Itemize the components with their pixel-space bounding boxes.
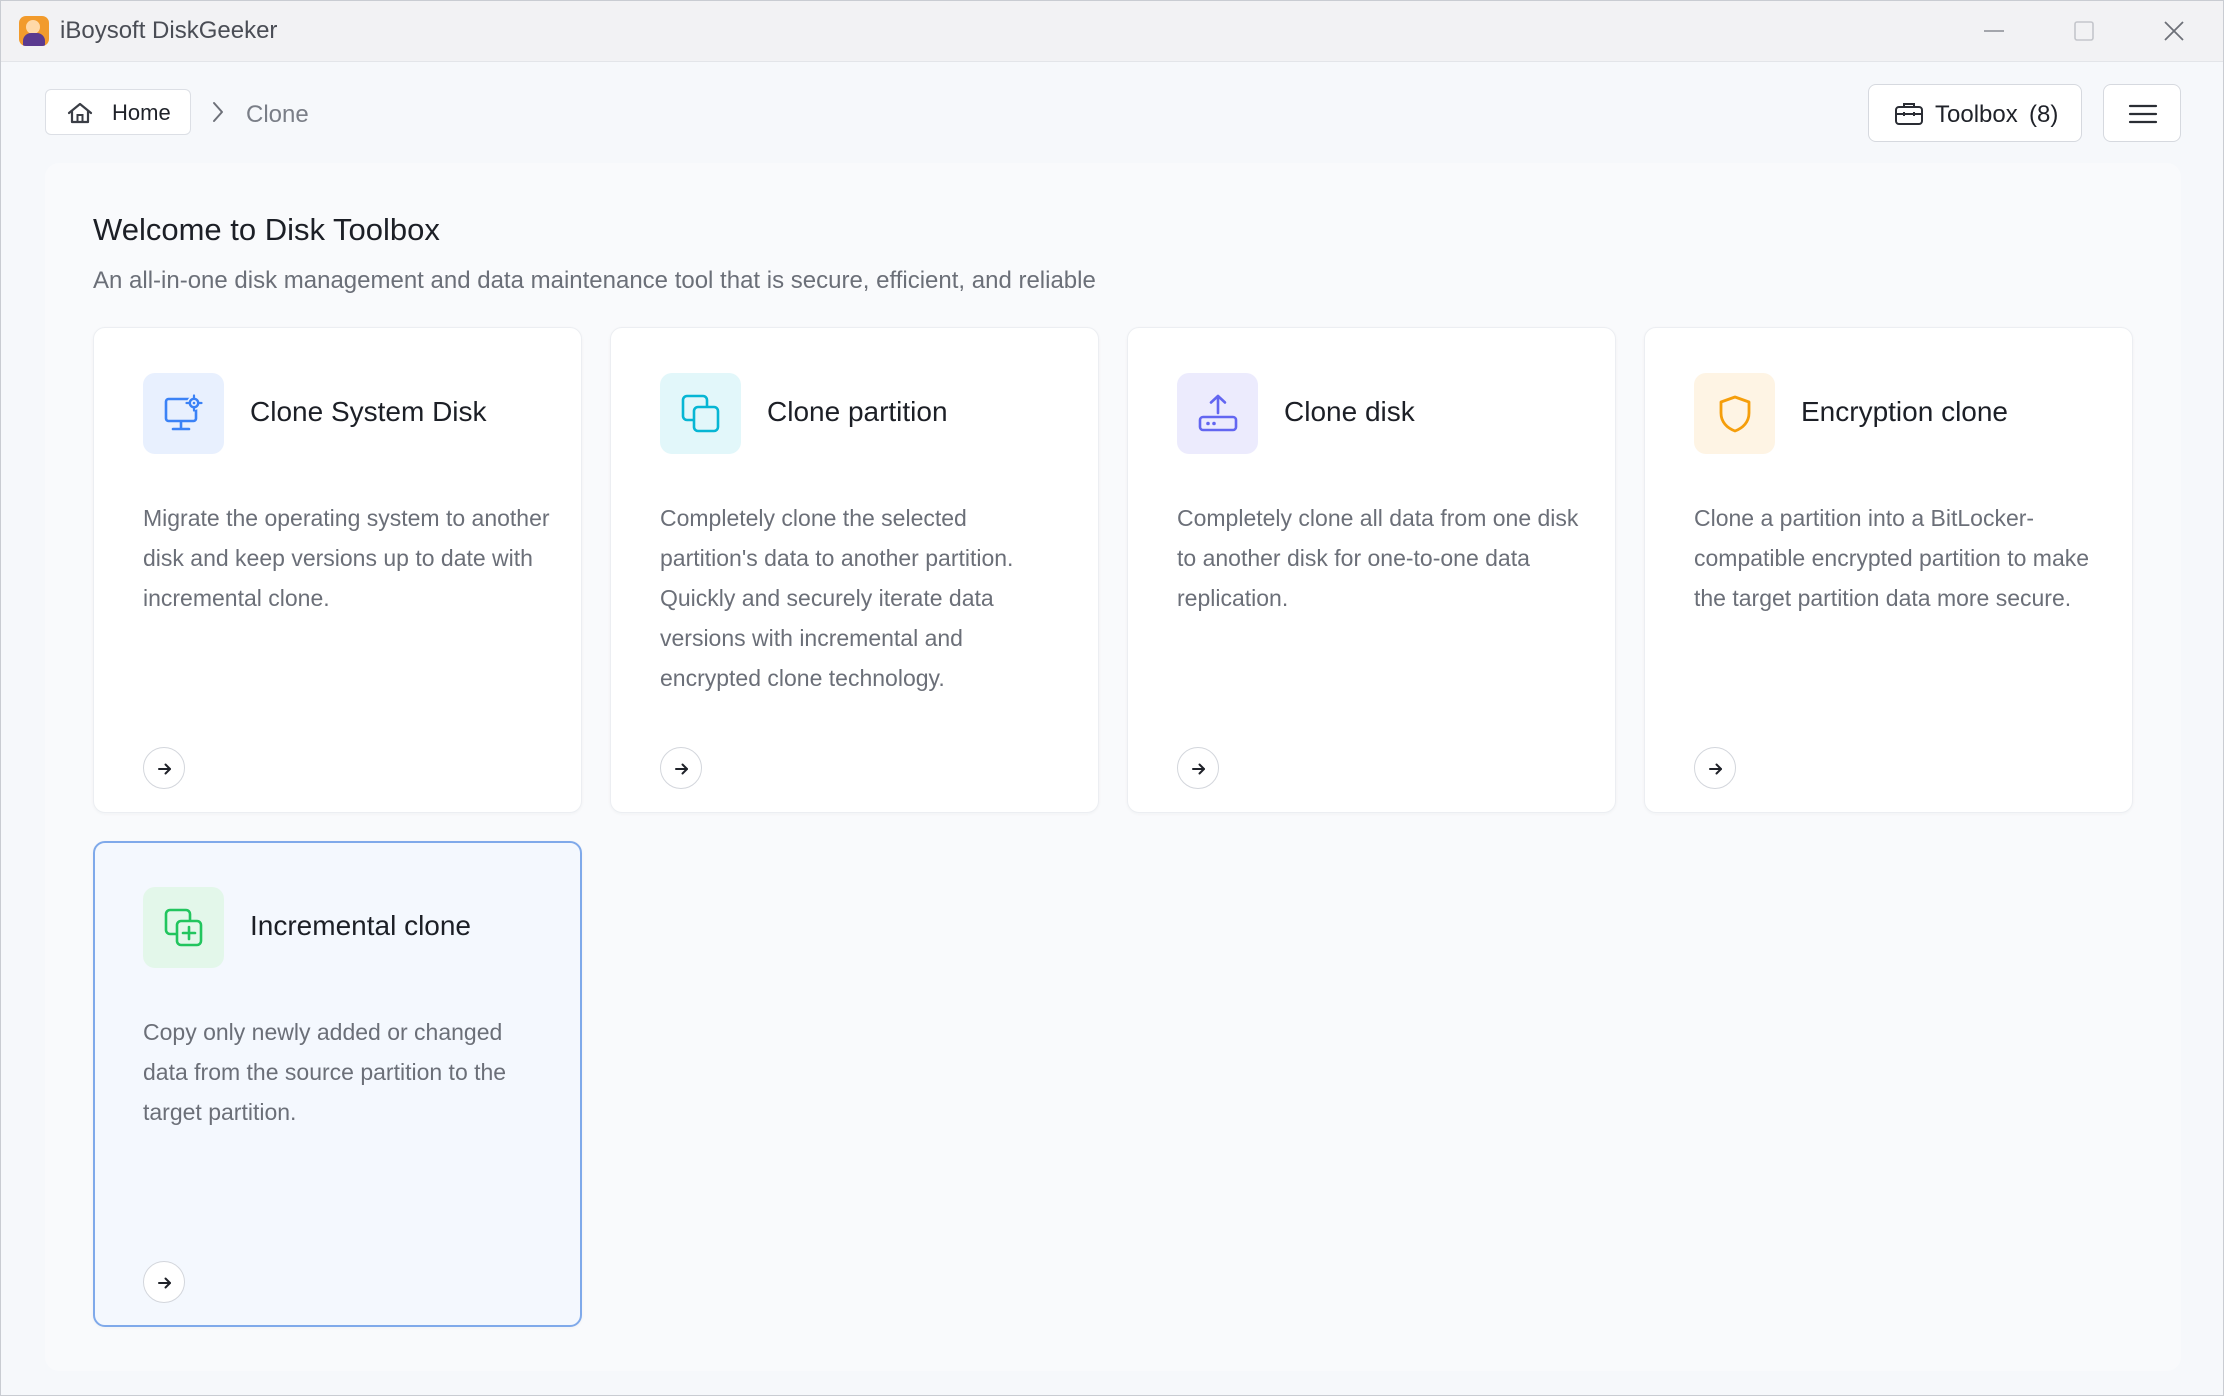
disk-upload-icon xyxy=(1177,373,1258,454)
card-clone-disk[interactable]: Clone disk Completely clone all data fro… xyxy=(1127,327,1616,813)
copy-plus-icon xyxy=(143,887,224,968)
arrow-right-button[interactable] xyxy=(1694,747,1736,789)
close-icon xyxy=(2164,21,2184,41)
arrow-right-icon xyxy=(158,763,171,775)
card-title: Clone disk xyxy=(1284,396,1415,427)
maximize-button[interactable] xyxy=(2039,1,2129,61)
home-label: Home xyxy=(112,100,171,125)
chevron-right-icon xyxy=(213,102,223,122)
card-encryption-clone[interactable]: Encryption clone Clone a partition into … xyxy=(1644,327,2133,813)
toolbox-count: (8) xyxy=(2029,101,2059,128)
window-title: iBoysoft DiskGeeker xyxy=(60,17,278,44)
card-incremental-clone[interactable]: Incremental clone Copy only newly added … xyxy=(93,841,582,1327)
card-title: Incremental clone xyxy=(250,910,472,941)
arrow-right-button[interactable] xyxy=(660,747,702,789)
page-title: Welcome to Disk Toolbox xyxy=(93,212,440,247)
toolbox-label: Toolbox xyxy=(1935,101,2018,128)
arrow-right-icon xyxy=(1192,763,1205,775)
minimize-icon xyxy=(1984,30,2004,32)
shield-icon xyxy=(1694,373,1775,454)
minimize-button[interactable] xyxy=(1949,1,2039,61)
maximize-icon xyxy=(2074,21,2094,41)
menu-button[interactable] xyxy=(2103,84,2181,142)
card-title: Encryption clone xyxy=(1801,396,2009,427)
arrow-right-button[interactable] xyxy=(143,747,185,789)
home-icon xyxy=(67,102,93,124)
copy-icon xyxy=(660,373,741,454)
toolbox-button[interactable]: Toolbox (8) xyxy=(1868,84,2082,142)
arrow-right-icon xyxy=(158,1277,171,1289)
card-description: Copy only newly added or changed data fr… xyxy=(143,1019,507,1125)
title-bar: iBoysoft DiskGeeker xyxy=(1,1,2223,62)
arrow-right-button[interactable] xyxy=(1177,747,1219,789)
toolbox-icon xyxy=(1895,103,1923,125)
app-logo-icon xyxy=(19,16,49,46)
card-description: Completely clone all data from one disk … xyxy=(1177,505,1579,611)
home-button[interactable]: Home xyxy=(45,89,191,135)
card-description: Migrate the operating system to another … xyxy=(143,505,550,611)
arrow-right-icon xyxy=(1709,763,1722,775)
arrow-right-icon xyxy=(675,763,688,775)
breadcrumb-current: Clone xyxy=(246,101,309,128)
arrow-right-button[interactable] xyxy=(143,1261,185,1303)
card-title: Clone System Disk xyxy=(250,396,487,427)
card-clone-partition[interactable]: Clone partition Completely clone the sel… xyxy=(610,327,1099,813)
card-description: Completely clone the selected partition'… xyxy=(660,505,1014,691)
card-description: Clone a partition into a BitLocker-compa… xyxy=(1694,505,2090,611)
card-title: Clone partition xyxy=(767,396,948,427)
hamburger-menu-icon xyxy=(2128,104,2158,124)
app-window: iBoysoft DiskGeeker Home Clone Toolbox (… xyxy=(0,0,2224,1396)
card-clone-system-disk[interactable]: Clone System Disk Migrate the operating … xyxy=(93,327,582,813)
page-subtitle: An all-in-one disk management and data m… xyxy=(93,267,1096,294)
close-button[interactable] xyxy=(2129,1,2219,61)
monitor-gear-icon xyxy=(143,373,224,454)
